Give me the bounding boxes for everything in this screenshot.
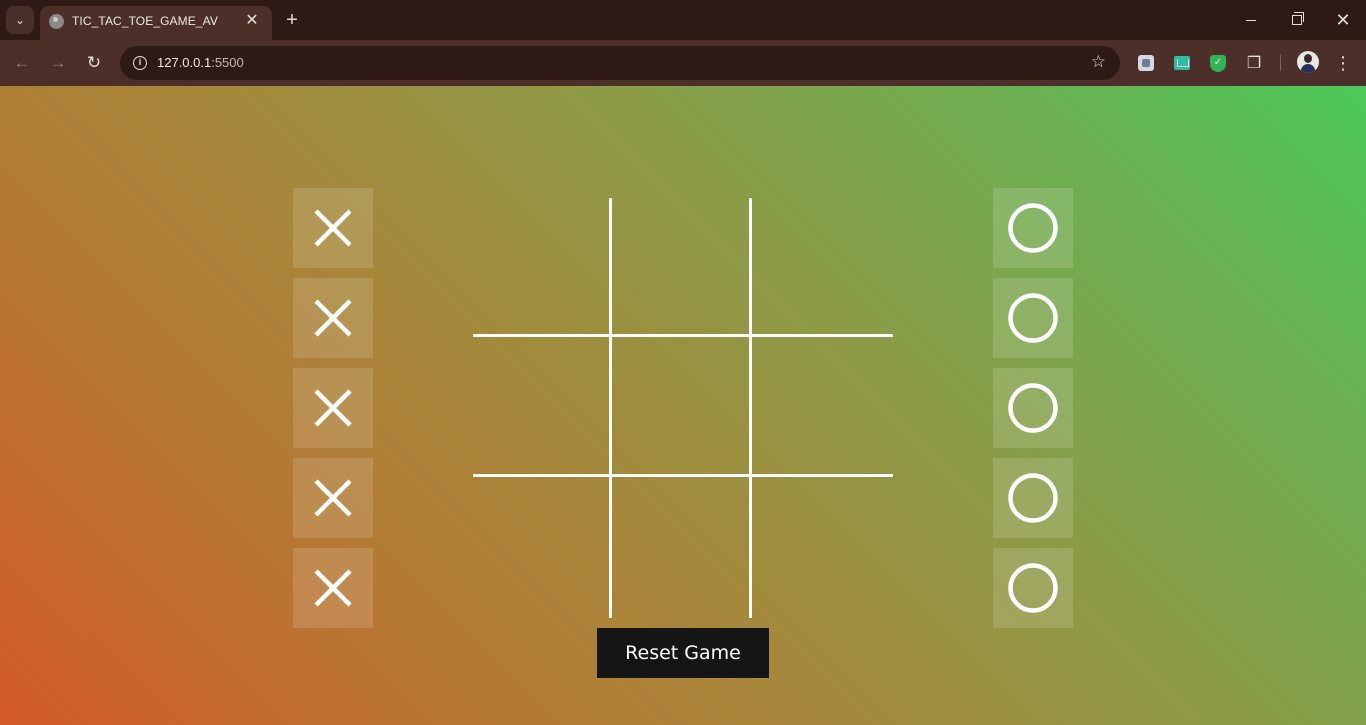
browser-tabstrip: ⌄ TIC_TAC_TOE_GAME_AV ✕ + ✕: [0, 0, 1366, 40]
forward-arrow-icon[interactable]: →: [44, 49, 72, 77]
x-piece-5[interactable]: [293, 548, 373, 628]
board-cell-9[interactable]: [753, 478, 891, 616]
minimize-icon: [1246, 19, 1256, 21]
puzzle-extensions-icon[interactable]: ❐: [1243, 52, 1265, 74]
o-piece-2[interactable]: [993, 278, 1073, 358]
site-info-icon[interactable]: i: [128, 51, 152, 75]
new-tab-button[interactable]: +: [280, 6, 304, 34]
board-cell-2[interactable]: [613, 198, 751, 336]
x-mark-icon: [314, 209, 352, 247]
tab-close-icon[interactable]: ✕: [242, 11, 262, 31]
profile-avatar[interactable]: [1297, 51, 1319, 73]
tab-title: TIC_TAC_TOE_GAME_AV: [72, 14, 218, 28]
board-cell-1[interactable]: [473, 198, 611, 336]
address-bar[interactable]: i 127.0.0.1:5500 ☆: [120, 46, 1120, 80]
o-ring-icon: [1008, 293, 1058, 343]
o-ring-icon: [1008, 383, 1058, 433]
reload-icon[interactable]: ↻: [80, 49, 108, 77]
o-ring-icon: [1008, 473, 1058, 523]
board-cell-5[interactable]: [613, 338, 751, 476]
shield-extension-icon[interactable]: ✓: [1207, 52, 1229, 74]
o-piece-5[interactable]: [993, 548, 1073, 628]
back-arrow-icon[interactable]: ←: [8, 49, 36, 77]
restore-button[interactable]: [1274, 0, 1320, 40]
game-board: [473, 198, 893, 618]
extension-1-icon[interactable]: [1135, 52, 1157, 74]
toolbar-divider: [1280, 55, 1281, 71]
x-piece-4[interactable]: [293, 458, 373, 538]
tab-search-chevron-icon[interactable]: ⌄: [6, 6, 34, 34]
browser-menu-icon[interactable]: ⋮: [1332, 51, 1354, 75]
restore-icon: [1292, 12, 1304, 25]
bookmark-star-icon[interactable]: ☆: [1091, 52, 1106, 72]
window-close-button[interactable]: ✕: [1320, 0, 1366, 40]
reset-game-button[interactable]: Reset Game: [597, 628, 769, 678]
o-piece-4[interactable]: [993, 458, 1073, 538]
minimize-button[interactable]: [1228, 0, 1274, 40]
globe-icon: [49, 14, 64, 29]
url-host: 127.0.0.1: [157, 55, 212, 70]
board-cell-8[interactable]: [613, 478, 751, 616]
board-line-horizontal-2: [473, 474, 893, 477]
x-mark-icon: [314, 569, 352, 607]
board-cell-6[interactable]: [753, 338, 891, 476]
o-piece-3[interactable]: [993, 368, 1073, 448]
x-piece-1[interactable]: [293, 188, 373, 268]
x-piece-3[interactable]: [293, 368, 373, 448]
board-cell-3[interactable]: [753, 198, 891, 336]
board-cell-7[interactable]: [473, 478, 611, 616]
url-port: :5500: [211, 55, 244, 70]
x-piece-2[interactable]: [293, 278, 373, 358]
x-mark-icon: [314, 479, 352, 517]
board-line-vertical-1: [609, 198, 612, 618]
x-mark-icon: [314, 299, 352, 337]
game-page: Reset Game: [0, 86, 1366, 725]
board-line-horizontal-1: [473, 334, 893, 337]
o-ring-icon: [1008, 203, 1058, 253]
board-cell-4[interactable]: [473, 338, 611, 476]
o-ring-icon: [1008, 563, 1058, 613]
x-mark-icon: [314, 389, 352, 427]
o-piece-1[interactable]: [993, 188, 1073, 268]
mail-extension-icon[interactable]: [1171, 52, 1193, 74]
board-line-vertical-2: [749, 198, 752, 618]
browser-toolbar: ← → ↻ i 127.0.0.1:5500 ☆ ✓ ❐ ⋮: [0, 40, 1366, 86]
browser-tab[interactable]: TIC_TAC_TOE_GAME_AV ✕: [40, 6, 272, 40]
url-text[interactable]: 127.0.0.1:5500: [157, 55, 244, 70]
